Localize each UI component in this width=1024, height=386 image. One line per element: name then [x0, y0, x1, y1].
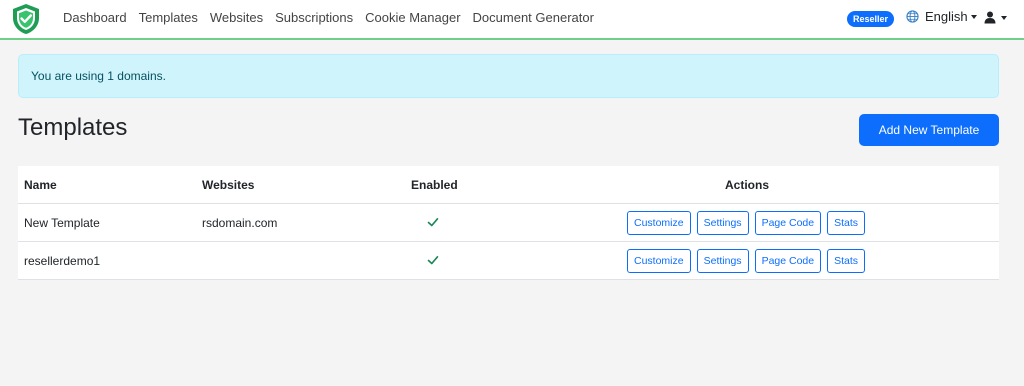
stats-button[interactable]: Stats [827, 211, 866, 235]
settings-button[interactable]: Settings [696, 211, 749, 235]
template-name: New Template [24, 216, 100, 230]
customize-button[interactable]: Customize [627, 249, 691, 273]
table-row: New Template rsdomain.com Customize Sett… [18, 204, 999, 242]
nav-subscriptions[interactable]: Subscriptions [275, 10, 353, 26]
top-navbar: Dashboard Templates Websites Subscriptio… [0, 0, 1024, 40]
customize-button[interactable]: Customize [627, 211, 691, 235]
table-header: Name Websites Enabled Actions [18, 166, 999, 204]
template-name: resellerdemo1 [24, 254, 101, 268]
reseller-badge: Reseller [847, 11, 894, 27]
row-actions: Customize Settings Page Code Stats [627, 211, 866, 235]
stats-button[interactable]: Stats [827, 249, 866, 273]
chevron-down-icon [970, 14, 977, 19]
page-code-button[interactable]: Page Code [754, 249, 822, 273]
user-menu[interactable] [984, 11, 1007, 24]
nav-templates[interactable]: Templates [139, 10, 198, 26]
shield-check-icon[interactable] [11, 3, 41, 35]
nav-dashboard[interactable]: Dashboard [63, 10, 127, 26]
templates-table: Name Websites Enabled Actions New Templa… [18, 166, 999, 280]
chevron-down-icon [1001, 15, 1007, 20]
table-row: resellerdemo1 Customize Settings Page Co… [18, 242, 999, 280]
nav-cookie-manager[interactable]: Cookie Manager [365, 10, 460, 26]
globe-icon [906, 10, 919, 23]
nav-websites[interactable]: Websites [210, 10, 263, 26]
domains-alert: You are using 1 domains. [18, 54, 999, 98]
column-header-enabled: Enabled [411, 178, 458, 192]
add-new-template-button[interactable]: Add New Template [859, 114, 999, 146]
language-dropdown[interactable]: English [906, 9, 977, 24]
check-icon [427, 218, 439, 227]
settings-button[interactable]: Settings [696, 249, 749, 273]
column-header-websites: Websites [202, 178, 255, 192]
row-actions: Customize Settings Page Code Stats [627, 249, 866, 273]
user-icon [984, 11, 996, 24]
template-websites: rsdomain.com [202, 216, 278, 230]
language-label: English [925, 9, 968, 24]
nav-document-generator[interactable]: Document Generator [473, 10, 594, 26]
column-header-name: Name [24, 178, 57, 192]
page-code-button[interactable]: Page Code [754, 211, 822, 235]
check-icon [427, 256, 439, 265]
main-nav: Dashboard Templates Websites Subscriptio… [63, 10, 606, 26]
page-title: Templates [18, 114, 128, 141]
column-header-actions: Actions [725, 178, 770, 192]
